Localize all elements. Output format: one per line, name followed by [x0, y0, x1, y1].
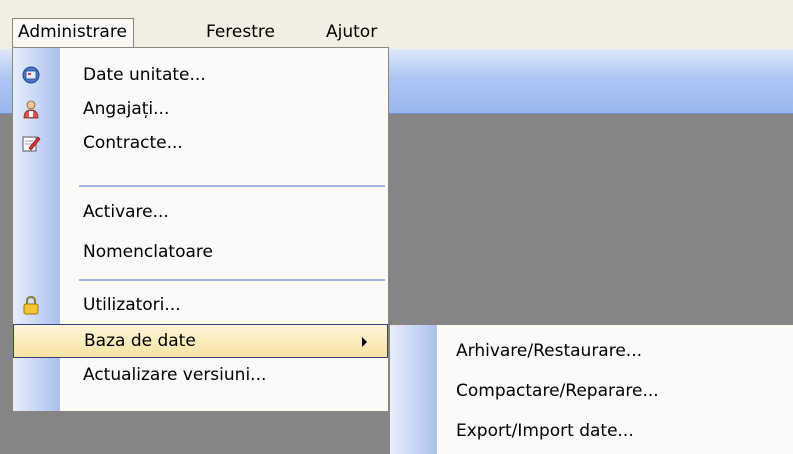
- submenu-item-arhivare-restaurare[interactable]: Arhivare/Restaurare...: [390, 331, 793, 371]
- menu-separator: [79, 279, 385, 281]
- menu-bar: Administrare Ferestre Ajutor: [0, 0, 793, 48]
- submenu-item-compactare-reparare[interactable]: Compactare/Reparare...: [390, 371, 793, 411]
- baza-de-date-submenu: Arhivare/Restaurare... Compactare/Repara…: [389, 324, 793, 454]
- menu-item-baza-de-date[interactable]: Baza de date: [13, 324, 388, 358]
- person-icon: [23, 100, 39, 119]
- menu-administrare[interactable]: Administrare: [12, 18, 134, 48]
- menu-item-label: Baza de date: [84, 331, 196, 351]
- menu-item-label: Angajați...: [83, 99, 170, 119]
- menu-item-activare[interactable]: Activare...: [13, 195, 388, 229]
- menu-item-label: Nomenclatoare: [83, 242, 213, 262]
- menu-item-label: Date unitate...: [83, 65, 206, 85]
- menu-separator: [79, 185, 385, 187]
- menu-item-label: Utilizatori...: [83, 295, 181, 315]
- administrare-dropdown: Date unitate... Angajați... Contracte...…: [12, 47, 389, 412]
- submenu-item-export-import[interactable]: Export/Import date...: [390, 411, 793, 451]
- menu-item-label: Actualizare versiuni...: [83, 365, 267, 385]
- submenu-item-label: Compactare/Reparare...: [456, 381, 659, 401]
- submenu-item-label: Arhivare/Restaurare...: [456, 341, 643, 361]
- menu-ferestre[interactable]: Ferestre: [200, 19, 281, 46]
- menu-item-angajati[interactable]: Angajați...: [13, 92, 388, 126]
- menu-ajutor[interactable]: Ajutor: [320, 19, 383, 46]
- lock-icon: [23, 295, 39, 315]
- submenu-arrow-icon: [362, 337, 367, 347]
- menu-item-label: Activare...: [83, 202, 169, 222]
- menu-item-nomenclatoare[interactable]: Nomenclatoare: [13, 235, 388, 269]
- database-icon: [22, 66, 40, 84]
- menu-item-utilizatori[interactable]: Utilizatori...: [13, 288, 388, 322]
- submenu-item-label: Export/Import date...: [456, 421, 634, 441]
- menu-item-actualizare-versiuni[interactable]: Actualizare versiuni...: [13, 358, 388, 392]
- menu-item-label: Contracte...: [83, 133, 183, 153]
- menu-item-contracte[interactable]: Contracte...: [13, 126, 388, 160]
- document-edit-icon: [22, 136, 41, 152]
- menu-item-date-unitate[interactable]: Date unitate...: [13, 58, 388, 92]
